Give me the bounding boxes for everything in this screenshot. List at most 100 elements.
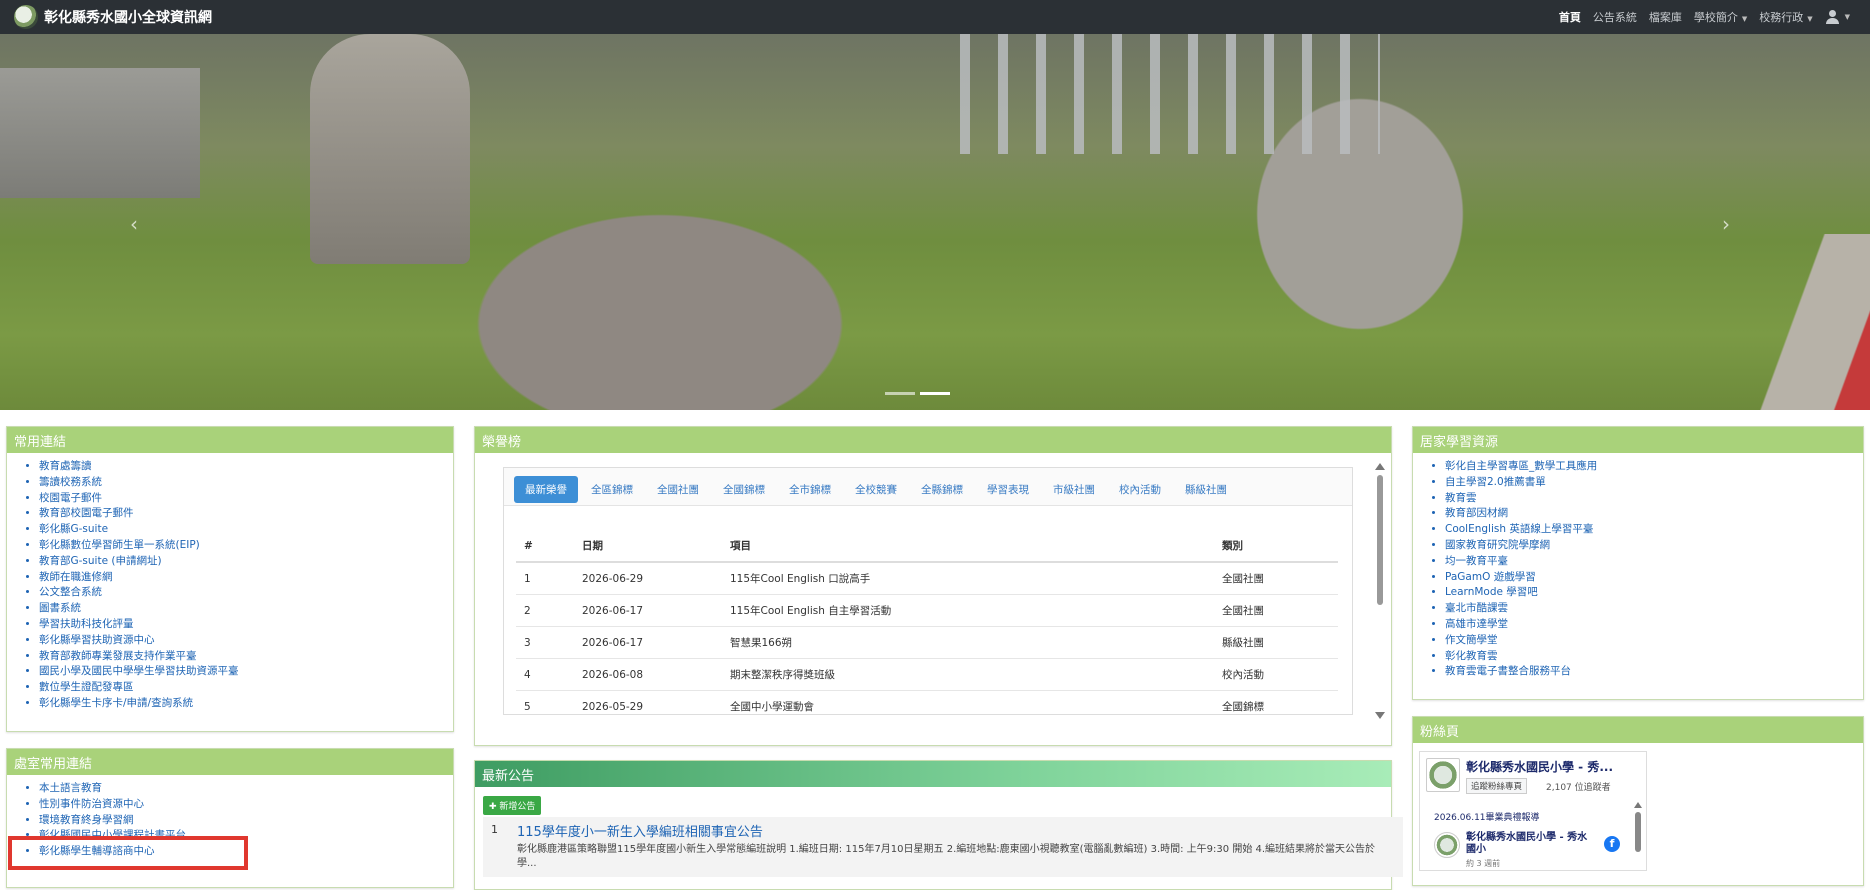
common-links-list: 教育處籌讀籌讀校務系統校園電子郵件教育部校園電子郵件彰化縣G-suite彰化縣數… [7,453,453,712]
home-learning-link-item[interactable]: 自主學習2.0推薦書單 [1445,475,1863,491]
honor-tab[interactable]: 校內活動 [1108,476,1172,503]
site-title[interactable]: 彰化縣秀水國小全球資訊網 [44,7,212,27]
row-category: 縣級社團 [1214,626,1338,659]
honor-panel: 榮譽榜 最新榮譽 全區錦標 全國社團 全國錦標 全市錦標 全校競賽 全縣錦標 學習表現 市級社團… [474,426,1392,746]
home-learning-link-item[interactable]: 國家教育研究院學摩網 [1445,538,1863,554]
common-link-item[interactable]: 國民小學及國民中學學生學習扶助資源平臺 [39,664,453,680]
home-learning-link-item[interactable]: 教育部因材網 [1445,506,1863,522]
home-learning-link-item[interactable]: PaGamO 遊戲學習 [1445,570,1863,586]
fb-page-name[interactable]: 彰化縣秀水國民小學 - 秀... [1466,758,1613,775]
honor-tab[interactable]: 全國社團 [646,476,710,503]
row-number: 1 [516,562,574,595]
home-learning-title: 居家學習資源 [1413,427,1863,453]
post-author-avatar[interactable] [1434,832,1460,858]
home-learning-link-item[interactable]: 彰化自主學習專區_數學工具應用 [1445,459,1863,475]
home-learning-link-item[interactable]: 教育雲 [1445,491,1863,507]
honor-tab[interactable]: 縣級社團 [1174,476,1238,503]
common-link-item[interactable]: 學習扶助科技化評量 [39,617,453,633]
office-link-item[interactable]: 環境教育終身學習網 [39,813,453,829]
nav-school-admin[interactable]: 校務行政 ▼ [1759,9,1812,25]
common-link-item[interactable]: 圖書系統 [39,601,453,617]
row-number: 2 [516,594,574,627]
chevron-down-icon: ▼ [1844,13,1850,21]
follow-page-button[interactable]: 追蹤粉絲專頁 [1466,778,1528,794]
home-learning-link-item[interactable]: 均一教育平臺 [1445,554,1863,570]
common-link-item[interactable]: 公文整合系統 [39,585,453,601]
banner-image-path [1750,234,1870,410]
row-date: 2026-05-29 [574,690,722,714]
fb-post-author[interactable]: 彰化縣秀水國民小學 - 秀水國小 [1466,832,1596,856]
nav-menu: 首頁 公告系統 檔案庫 學校簡介 ▼ 校務行政 ▼ ▼ [1559,0,1850,34]
honor-content-box: 最新榮譽 全區錦標 全國社團 全國錦標 全市錦標 全校競賽 全縣錦標 學習表現 市級社團 校內活動… [503,467,1353,715]
page-avatar[interactable] [1426,758,1460,792]
col-header-num: # [516,530,574,563]
table-row[interactable]: 3 2026-06-17 智慧果166朔 縣級社團 [516,626,1338,659]
announcement-item: 1 115學年度小一新生入學編班相關事宜公告 彰化縣鹿港區策略聯盟115學年度國… [483,817,1403,877]
scroll-up-icon[interactable] [1375,463,1385,470]
common-link-item[interactable]: 校園電子郵件 [39,491,453,507]
common-link-item[interactable]: 教育處籌讀 [39,459,453,475]
carousel-indicator-active[interactable] [920,392,950,395]
scroll-thumb[interactable] [1377,475,1383,605]
home-learning-list: 彰化自主學習專區_數學工具應用自主學習2.0推薦書單教育雲教育部因材網CoolE… [1413,453,1863,680]
scroll-up-icon[interactable] [1634,802,1642,808]
nav-school-intro[interactable]: 學校簡介 ▼ [1694,9,1747,25]
honor-tab[interactable]: 最新榮譽 [514,476,578,503]
hero-carousel: ‹ › [0,34,1870,410]
scroll-thumb[interactable] [1635,812,1641,852]
office-link-item[interactable]: 性別事件防治資源中心 [39,797,453,813]
scroll-down-icon[interactable] [1375,712,1385,719]
common-link-item[interactable]: 彰化縣學習扶助資源中心 [39,633,453,649]
nav-user-menu[interactable]: ▼ [1825,10,1850,24]
row-date: 2026-06-17 [574,594,722,627]
col-header-item: 項目 [722,530,1214,563]
honor-tab[interactable]: 全縣錦標 [910,476,974,503]
common-link-item[interactable]: 教育部校園電子郵件 [39,506,453,522]
home-learning-link-item[interactable]: 教育雲電子書整合服務平台 [1445,664,1863,680]
home-learning-link-item[interactable]: LearnMode 學習吧 [1445,585,1863,601]
home-learning-link-item[interactable]: 臺北市酷課雲 [1445,601,1863,617]
carousel-indicator[interactable] [885,392,915,395]
home-learning-link-item[interactable]: CoolEnglish 英語線上學習平臺 [1445,522,1863,538]
common-link-item[interactable]: 教師在職進修網 [39,570,453,586]
common-link-item[interactable]: 數位學生證配發專區 [39,680,453,696]
honor-tab[interactable]: 學習表現 [976,476,1040,503]
add-announcement-button[interactable]: ✚ 新增公告 [483,796,542,815]
honor-tab[interactable]: 全國錦標 [712,476,776,503]
row-number: 4 [516,658,574,691]
fb-post-time: 約 3 週前 [1466,859,1501,868]
table-row[interactable]: 2 2026-06-17 115年Cool English 自主學習活動 全國社團 [516,594,1338,627]
announcement-title-link[interactable]: 115學年度小一新生入學編班相關事宜公告 [517,821,763,840]
carousel-prev-icon[interactable]: ‹ [130,212,138,236]
fb-scrollbar[interactable] [1634,802,1642,868]
row-item: 智慧果166朔 [722,626,1214,659]
table-row[interactable]: 1 2026-06-29 115年Cool English 口說高手 全國社團 [516,562,1338,595]
announcement-summary: 彰化縣鹿港區策略聯盟115學年度國小新生入學常態編班說明 1.編班日期: 115… [517,844,1376,869]
common-link-item[interactable]: 彰化縣學生卡序卡/申請/查詢系統 [39,696,453,712]
common-link-item[interactable]: 彰化縣G-suite [39,522,453,538]
home-learning-link-item[interactable]: 高雄市達學堂 [1445,617,1863,633]
announcements-panel: 最新公告 ✚ 新增公告 1 115學年度小一新生入學編班相關事宜公告 彰化縣鹿港… [474,760,1403,890]
home-learning-link-item[interactable]: 彰化教育雲 [1445,649,1863,665]
nav-file-library[interactable]: 檔案庫 [1649,9,1682,25]
banner-image-fence [960,34,1380,154]
carousel-next-icon[interactable]: › [1722,212,1730,236]
office-link-item[interactable]: 本土語言教育 [39,781,453,797]
nav-home[interactable]: 首頁 [1559,9,1581,25]
table-row[interactable]: 5 2026-05-29 全國中小學運動會 全國錦標 [516,690,1338,714]
common-link-item[interactable]: 教育部教師專業發展支持作業平臺 [39,649,453,665]
table-row[interactable]: 4 2026-06-08 期末整潔秩序得獎班級 校內活動 [516,658,1338,691]
facebook-icon[interactable]: f [1604,836,1620,852]
school-logo-icon [14,5,38,29]
honor-tab[interactable]: 全區錦標 [580,476,644,503]
common-link-item[interactable]: 籌讀校務系統 [39,475,453,491]
honor-scrollbar[interactable] [1375,463,1385,719]
honor-tab[interactable]: 全市錦標 [778,476,842,503]
nav-announcement-system[interactable]: 公告系統 [1593,9,1637,25]
honor-tab[interactable]: 市級社團 [1042,476,1106,503]
honor-tab[interactable]: 全校競賽 [844,476,908,503]
site-brand[interactable]: 彰化縣秀水國小全球資訊網 [14,5,212,29]
common-link-item[interactable]: 彰化縣數位學習師生單一系統(EIP) [39,538,453,554]
home-learning-link-item[interactable]: 作文簡學堂 [1445,633,1863,649]
common-link-item[interactable]: 教育部G-suite (申請網址) [39,554,453,570]
